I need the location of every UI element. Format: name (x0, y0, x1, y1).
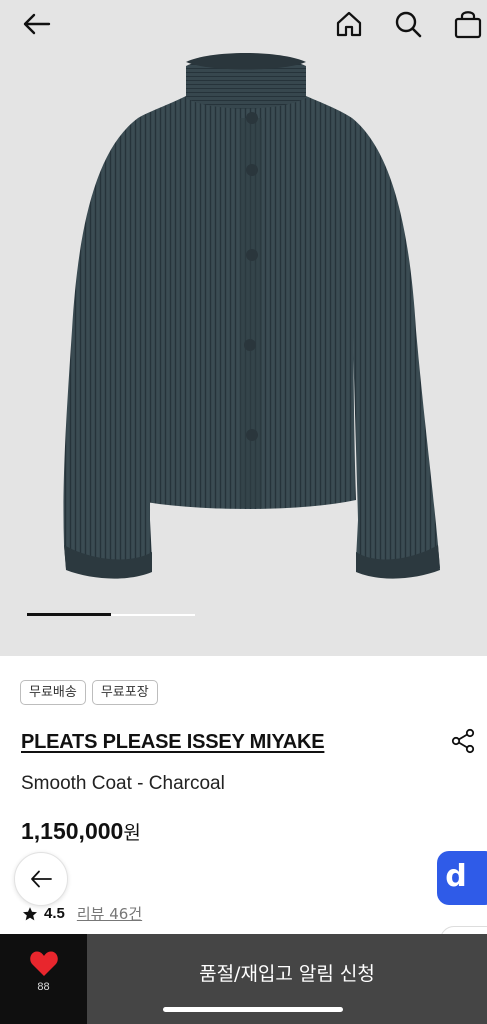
product-photo (63, 53, 440, 579)
heart-icon (29, 951, 58, 976)
top-navigation-bar (0, 0, 487, 48)
floating-back-button[interactable] (14, 852, 68, 906)
badge-letter: d (445, 858, 467, 894)
home-icon (336, 11, 362, 37)
rating-row: 4.5 리뷰 46건 (22, 903, 142, 924)
d-app-badge[interactable]: d (437, 851, 487, 905)
share-button[interactable] (448, 726, 478, 756)
home-button[interactable] (331, 6, 367, 42)
product-name: Smooth Coat - Charcoal (21, 773, 225, 794)
like-count: 88 (37, 981, 50, 993)
brand-link[interactable]: PLEATS PLEASE ISSEY MIYAKE (21, 731, 325, 754)
search-icon (395, 11, 422, 38)
tag-free-wrapping: 무료포장 (91, 680, 158, 705)
star-icon (23, 906, 37, 920)
price-value: 1,150,000 (21, 818, 124, 844)
review-count-link[interactable]: 리뷰 46건 (77, 903, 142, 924)
benefit-tags: 무료배송 무료포장 (20, 680, 158, 705)
carousel-indicator (27, 613, 195, 616)
tag-free-shipping: 무료배송 (20, 680, 86, 705)
back-button[interactable] (18, 6, 54, 42)
carousel-progress-bar (27, 613, 111, 616)
like-button[interactable]: 88 (0, 934, 87, 1024)
shopping-bag-icon (454, 11, 482, 39)
home-indicator (163, 1007, 343, 1012)
share-icon (451, 728, 475, 754)
product-price: 1,150,000원 (21, 818, 141, 845)
arrow-left-icon (23, 13, 51, 35)
search-button[interactable] (390, 6, 426, 42)
product-image-gallery[interactable] (0, 0, 487, 656)
price-unit: 원 (123, 822, 141, 844)
shopping-bag-button[interactable] (450, 6, 486, 42)
rating-value: 4.5 (44, 905, 65, 922)
arrow-left-icon (31, 870, 52, 888)
